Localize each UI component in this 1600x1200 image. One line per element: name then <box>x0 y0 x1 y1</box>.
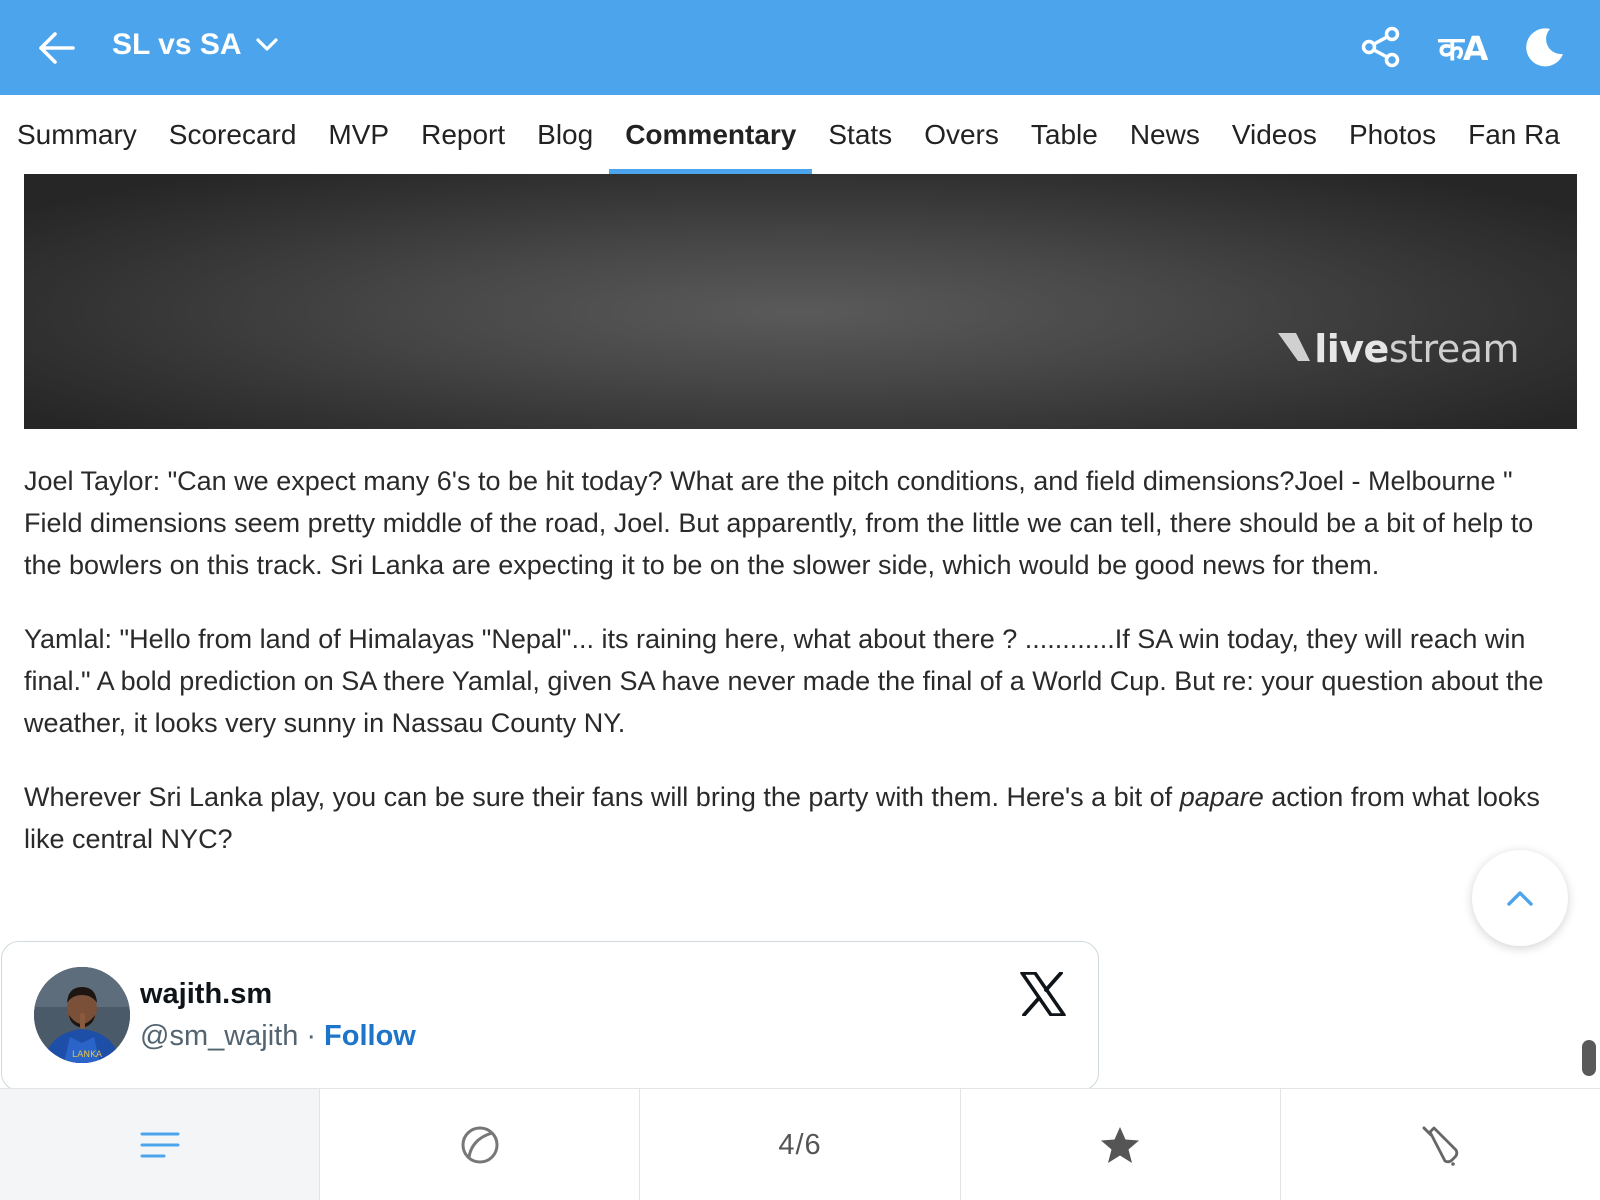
follow-button[interactable]: Follow <box>324 1020 416 1053</box>
tab-summary[interactable]: Summary <box>0 95 153 174</box>
bottom-nav-batting[interactable] <box>1279 1089 1600 1200</box>
commentary-paragraph: Wherever Sri Lanka play, you can be sure… <box>24 776 1559 860</box>
dark-mode-button[interactable] <box>1520 22 1570 72</box>
menu-icon <box>140 1132 180 1158</box>
commentary-paragraph: Joel Taylor: "Can we expect many 6's to … <box>24 466 1534 580</box>
livestream-mark-icon <box>1278 333 1311 361</box>
scroll-to-top-button[interactable] <box>1472 850 1568 946</box>
back-button[interactable] <box>34 26 78 70</box>
tweet-handle[interactable]: @sm_wajith <box>140 1020 298 1053</box>
tweet-handle-row: @sm_wajith · Follow <box>140 1020 416 1053</box>
tab-mvp[interactable]: MVP <box>312 95 405 174</box>
commentary-text: Wherever Sri Lanka play, you can be sure… <box>24 782 1180 812</box>
scrollbar-thumb[interactable] <box>1582 1040 1596 1076</box>
moon-icon <box>1526 28 1563 67</box>
x-logo-icon <box>1020 971 1066 1017</box>
ball-icon <box>461 1126 499 1164</box>
embedded-tweet[interactable]: LANKA wajith.sm @sm_wajith · Follow <box>1 941 1099 1091</box>
match-selector[interactable]: SL vs SA <box>112 28 278 62</box>
bottom-navigation: 4/6 <box>0 1088 1600 1200</box>
bottom-nav-favorites[interactable] <box>959 1089 1280 1200</box>
header-actions: कA <box>1324 22 1570 72</box>
livestream-brand-bold: live <box>1314 327 1389 371</box>
bottom-nav-page[interactable]: 4/6 <box>639 1089 959 1200</box>
language-button[interactable]: कA <box>1438 22 1489 72</box>
bat-icon <box>1422 1126 1459 1166</box>
x-logo-button[interactable] <box>1020 971 1066 1018</box>
tab-commentary[interactable]: Commentary <box>609 95 813 174</box>
commentary-paragraph: Yamlal: "Hello from land of Himalayas "N… <box>24 624 1544 738</box>
tab-table[interactable]: Table <box>1015 95 1114 174</box>
page-indicator: 4/6 <box>778 1128 822 1161</box>
separator-dot: · <box>306 1020 317 1052</box>
tab-news[interactable]: News <box>1114 95 1216 174</box>
share-icon <box>1361 26 1400 68</box>
tab-overs[interactable]: Overs <box>908 95 1015 174</box>
avatar[interactable]: LANKA <box>34 967 130 1063</box>
tweet-author-name[interactable]: wajith.sm <box>140 978 272 1011</box>
tab-stats[interactable]: Stats <box>812 95 908 174</box>
share-button[interactable] <box>1356 22 1406 72</box>
bottom-nav-menu[interactable] <box>0 1089 320 1200</box>
star-icon <box>1101 1127 1140 1163</box>
livestream-brand-light: stream <box>1388 327 1520 371</box>
avatar-shirt-text: LANKA <box>72 1050 103 1060</box>
chevron-down-icon <box>255 38 278 52</box>
bottom-nav-ball[interactable] <box>319 1089 639 1200</box>
tab-blog[interactable]: Blog <box>521 95 609 174</box>
commentary-emphasis: papare <box>1179 782 1264 812</box>
livestream-logo: livestream <box>1276 327 1520 371</box>
match-title: SL vs SA <box>112 28 242 61</box>
livestream-video-player[interactable]: livestream <box>24 174 1577 429</box>
language-icon: कA <box>1438 28 1489 68</box>
arrow-left-icon <box>39 32 75 64</box>
match-tabs: Summary Scorecard MVP Report Blog Commen… <box>0 95 1600 174</box>
top-app-bar: SL vs SA कA <box>0 0 1600 95</box>
tab-videos[interactable]: Videos <box>1216 95 1333 174</box>
chevron-up-icon <box>1507 891 1533 906</box>
tab-scorecard[interactable]: Scorecard <box>153 95 313 174</box>
commentary-feed: Joel Taylor: "Can we expect many 6's to … <box>24 460 1559 892</box>
tab-report[interactable]: Report <box>405 95 521 174</box>
tab-fan-ratings[interactable]: Fan Ra <box>1452 95 1576 174</box>
tab-photos[interactable]: Photos <box>1333 95 1452 174</box>
